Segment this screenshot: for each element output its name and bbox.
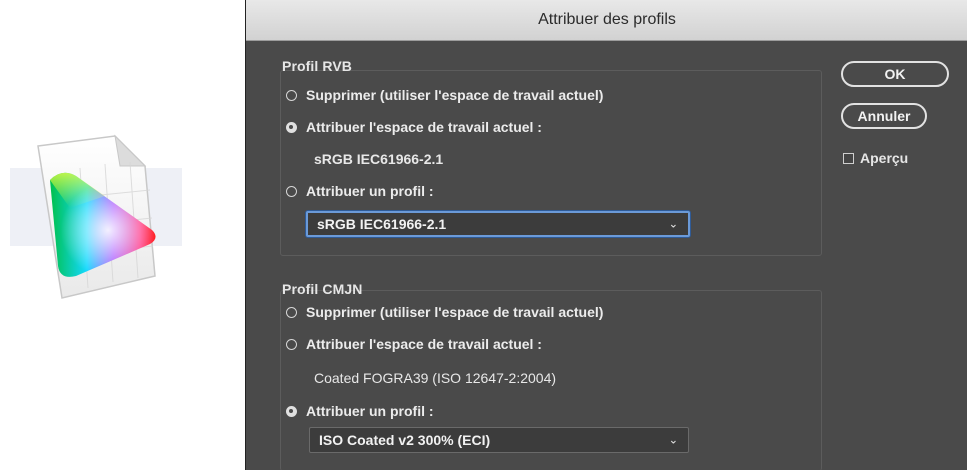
cmyk-profile-select[interactable]: ISO Coated v2 300% (ECI) ⌄: [309, 427, 689, 453]
chevron-down-icon: ⌄: [668, 434, 678, 447]
cmyk-profile-select-value: ISO Coated v2 300% (ECI): [319, 432, 491, 448]
dialog-title: Attribuer des profils: [246, 0, 967, 41]
rgb-current-space: sRGB IEC61966-2.1: [314, 151, 444, 167]
rgb-delete-radio[interactable]: [286, 89, 297, 101]
preview-label: Aperçu: [860, 150, 909, 166]
cmyk-delete-radio[interactable]: [286, 306, 297, 318]
cmyk-delete-option[interactable]: Supprimer (utiliser l'espace de travail …: [286, 304, 603, 320]
cmyk-assign-profile-radio[interactable]: [286, 405, 297, 417]
rgb-assign-profile-option[interactable]: Attribuer un profil :: [286, 183, 434, 199]
cancel-button[interactable]: Annuler: [841, 103, 927, 129]
color-profile-document-icon: [10, 128, 185, 303]
rgb-assign-current-option[interactable]: Attribuer l'espace de travail actuel :: [286, 119, 542, 135]
rgb-profile-select[interactable]: sRGB IEC61966-2.1 ⌄: [306, 211, 690, 237]
rgb-assign-profile-label: Attribuer un profil :: [306, 183, 434, 199]
rgb-assign-current-radio[interactable]: [286, 121, 297, 133]
preview-checkbox[interactable]: [843, 152, 854, 164]
cmyk-assign-current-option[interactable]: Attribuer l'espace de travail actuel :: [286, 336, 542, 352]
cmyk-current-space: Coated FOGRA39 (ISO 12647-2:2004): [314, 370, 557, 386]
cmyk-assign-profile-label: Attribuer un profil :: [306, 403, 434, 419]
rgb-profile-group-title: Profil RVB: [282, 58, 352, 74]
rgb-delete-option[interactable]: Supprimer (utiliser l'espace de travail …: [286, 87, 603, 103]
cmyk-delete-label: Supprimer (utiliser l'espace de travail …: [306, 304, 604, 320]
rgb-assign-current-label: Attribuer l'espace de travail actuel :: [306, 119, 542, 135]
rgb-delete-label: Supprimer (utiliser l'espace de travail …: [306, 87, 604, 103]
preview-option[interactable]: Aperçu: [843, 150, 908, 166]
ok-button[interactable]: OK: [841, 61, 949, 87]
cmyk-assign-current-radio[interactable]: [286, 338, 297, 350]
rgb-profile-select-value: sRGB IEC61966-2.1: [317, 216, 447, 232]
cmyk-assign-profile-option[interactable]: Attribuer un profil :: [286, 403, 434, 419]
rgb-assign-profile-radio[interactable]: [286, 185, 297, 197]
cmyk-profile-group-title: Profil CMJN: [282, 281, 363, 297]
chevron-down-icon: ⌄: [668, 218, 678, 231]
cmyk-assign-current-label: Attribuer l'espace de travail actuel :: [306, 336, 542, 352]
assign-profiles-dialog: Attribuer des profils Profil RVB Supprim…: [245, 0, 967, 470]
